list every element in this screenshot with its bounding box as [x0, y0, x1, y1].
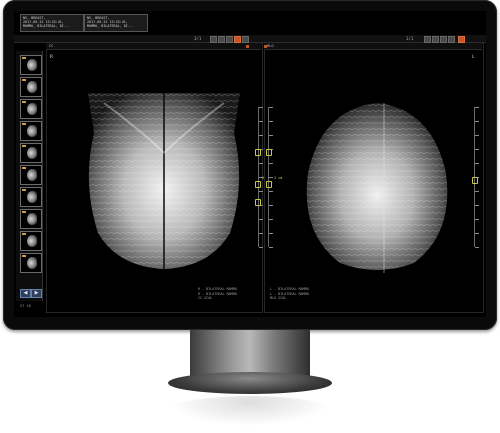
cad-marker[interactable]	[255, 149, 261, 156]
mammogram-left	[88, 93, 240, 269]
cad-marker[interactable]	[255, 181, 261, 188]
series-thumbnail[interactable]	[20, 55, 42, 75]
series-thumbnail[interactable]	[20, 231, 42, 251]
viewport-left-header: CC	[46, 43, 261, 50]
patient-info-right: NS, BREAST, 2017-05-12 13:25:41, MAMMO, …	[84, 14, 148, 32]
cad-marker[interactable]	[472, 177, 478, 184]
page-label: 1/1	[406, 36, 414, 41]
mammogram-right	[306, 103, 448, 273]
zoom-label: 3/1	[194, 36, 202, 41]
monitor-stand-base	[168, 372, 332, 394]
series-thumbnail[interactable]	[20, 209, 42, 229]
tool-button-active[interactable]	[234, 36, 241, 43]
viewport-right-header: MLO	[264, 43, 482, 50]
screen: NS, BREAST, 2017-05-12 13:25:41, MAMMO, …	[14, 11, 486, 317]
tool-button-export[interactable]	[448, 36, 455, 43]
orientation-label-left: R	[50, 55, 53, 60]
footer-line: CC SCAL	[198, 296, 213, 301]
tool-button-close[interactable]	[458, 36, 465, 43]
nav-next-button[interactable]: ▶	[31, 289, 42, 298]
thumbnail-sidebar	[16, 51, 43, 301]
series-thumbnail[interactable]	[20, 165, 42, 185]
series-thumbnail[interactable]	[20, 77, 42, 97]
viewport-left-tab[interactable]: CC	[49, 43, 53, 49]
viewport-right-footer: L - BILATERAL MAMMO L - BILATERAL MAMMO …	[266, 287, 476, 301]
cad-marker[interactable]	[255, 199, 261, 206]
patient-info-line: MAMMO, BILATERAL, DI...	[87, 24, 134, 29]
series-thumbnail[interactable]	[20, 253, 42, 273]
series-thumbnail[interactable]	[20, 187, 42, 207]
annotation-label-right: 3 cm	[274, 176, 283, 180]
viewport-left-marker	[246, 45, 249, 48]
series-thumbnail[interactable]	[20, 143, 42, 163]
viewport-left-footer: R - BILATERAL MAMMO R - BILATERAL MAMMO …	[48, 287, 248, 301]
cad-marker[interactable]	[266, 149, 272, 156]
floor-reflection	[168, 396, 332, 426]
toolbar	[14, 35, 486, 43]
patient-info-line: MAMMO, BILATERAL, DI...	[23, 24, 70, 29]
series-thumbnail[interactable]	[20, 99, 42, 119]
tool-button-layout[interactable]	[424, 36, 431, 43]
patient-info-left: NS, BREAST, 2017-05-12 13:25:41, MAMMO, …	[20, 14, 84, 32]
tool-button-pan[interactable]	[210, 36, 217, 43]
status-text: ST 10	[20, 304, 31, 308]
footer-line: MLO SCAL	[270, 296, 287, 301]
tool-button-zoom[interactable]	[218, 36, 225, 43]
tool-button-settings[interactable]	[440, 36, 447, 43]
tool-button-grid[interactable]	[432, 36, 439, 43]
viewport-right-tab[interactable]: MLO	[267, 43, 274, 49]
nav-prev-button[interactable]: ◀	[20, 289, 31, 298]
ruler-right-inner	[268, 107, 273, 248]
monitor-stand-neck	[190, 330, 310, 378]
tool-button-window[interactable]	[226, 36, 233, 43]
cad-marker[interactable]	[266, 181, 272, 188]
tool-button-measure[interactable]	[242, 36, 249, 43]
series-thumbnail[interactable]	[20, 121, 42, 141]
viewport-right-marker	[264, 45, 267, 48]
orientation-label-right: L	[472, 55, 475, 60]
ruler-left	[258, 107, 263, 248]
